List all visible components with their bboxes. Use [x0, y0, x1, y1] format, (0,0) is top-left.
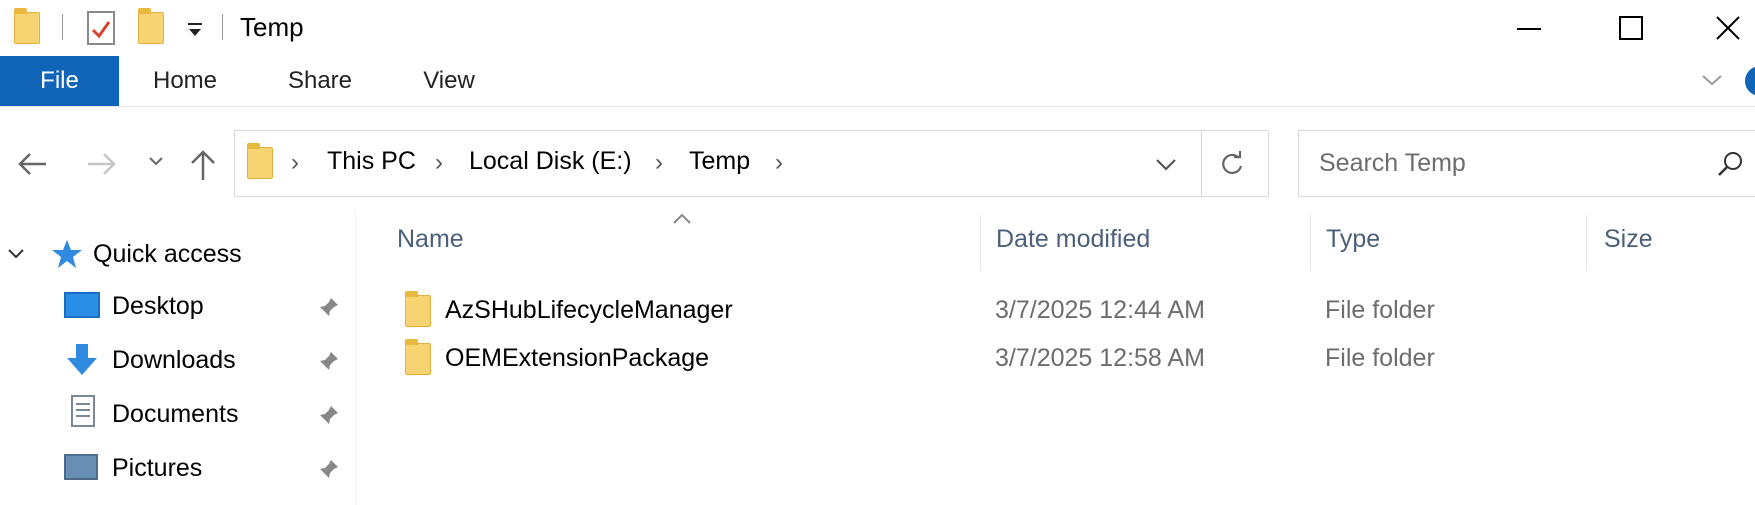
star-icon: [52, 240, 82, 268]
nav-label: Downloads: [112, 346, 236, 374]
minimize-icon: [1517, 28, 1541, 30]
tab-home[interactable]: Home: [140, 56, 230, 106]
back-icon[interactable]: [16, 150, 50, 178]
file-row[interactable]: OEMExtensionPackage 3/7/2025 12:58 AM Fi…: [390, 336, 1755, 382]
minimize-button[interactable]: [1494, 0, 1564, 56]
breadcrumb-this-pc[interactable]: This PC: [327, 147, 416, 176]
recent-locations-icon[interactable]: [146, 154, 166, 170]
pin-icon[interactable]: [318, 350, 340, 372]
column-divider[interactable]: [1586, 215, 1587, 271]
folder-icon: [405, 339, 431, 375]
up-icon[interactable]: [188, 148, 218, 182]
column-header-size[interactable]: Size: [1604, 225, 1653, 254]
nav-item-pictures[interactable]: Pictures: [0, 444, 355, 496]
breadcrumb-temp[interactable]: Temp: [689, 147, 750, 176]
downloads-icon: [67, 344, 97, 375]
documents-icon: [71, 395, 95, 427]
tab-view[interactable]: View: [408, 56, 490, 106]
desktop-icon: [64, 292, 100, 318]
file-name: OEMExtensionPackage: [445, 344, 710, 372]
nav-item-desktop[interactable]: Desktop: [0, 282, 355, 334]
toolbar-separator: [62, 14, 63, 40]
file-date-modified: 3/7/2025 12:44 AM: [995, 296, 1205, 324]
nav-label: Pictures: [112, 454, 203, 482]
tab-file[interactable]: File: [0, 56, 119, 106]
nav-item-downloads[interactable]: Downloads: [0, 336, 355, 388]
close-icon: [1715, 16, 1740, 40]
pin-icon[interactable]: [318, 458, 340, 480]
properties-icon[interactable]: [86, 10, 116, 46]
file-date-modified: 3/7/2025 12:58 AM: [995, 344, 1205, 372]
help-icon[interactable]: [1745, 66, 1755, 96]
nav-label: Quick access: [93, 240, 242, 268]
nav-label: Documents: [112, 400, 239, 428]
column-divider[interactable]: [1310, 215, 1311, 271]
maximize-button[interactable]: [1596, 0, 1666, 56]
file-name: AzSHubLifecycleManager: [445, 296, 733, 324]
refresh-icon[interactable]: [1217, 149, 1247, 179]
file-type: File folder: [1325, 296, 1435, 324]
new-folder-icon[interactable]: [138, 8, 164, 44]
file-row[interactable]: AzSHubLifecycleManager 3/7/2025 12:44 AM…: [390, 288, 1755, 334]
divider: [1201, 131, 1202, 196]
address-history-icon[interactable]: [1153, 155, 1179, 175]
search-icon[interactable]: [1715, 149, 1745, 179]
window-title: Temp: [240, 12, 304, 42]
pin-icon[interactable]: [318, 404, 340, 426]
folder-icon: [247, 143, 273, 179]
address-bar[interactable]: › This PC › Local Disk (E:) › Temp ›: [234, 130, 1269, 197]
column-header-name[interactable]: Name: [397, 225, 464, 254]
forward-icon[interactable]: [84, 150, 118, 178]
close-button[interactable]: [1700, 0, 1755, 56]
pictures-icon: [64, 454, 98, 480]
search-box[interactable]: Search Temp: [1298, 130, 1755, 197]
folder-icon: [14, 8, 40, 44]
breadcrumb-local-disk[interactable]: Local Disk (E:): [469, 147, 632, 176]
toolbar-separator: [222, 14, 223, 40]
column-header-date-modified[interactable]: Date modified: [996, 225, 1150, 254]
folder-icon: [405, 291, 431, 327]
column-divider[interactable]: [980, 215, 981, 271]
nav-item-documents[interactable]: Documents: [0, 390, 355, 442]
ribbon-tabs: File Home Share View: [0, 56, 1755, 107]
breadcrumb-separator[interactable]: ›: [775, 149, 783, 177]
tab-share[interactable]: Share: [274, 56, 366, 106]
title-bar: Temp: [0, 0, 1755, 56]
breadcrumb-separator[interactable]: ›: [291, 149, 299, 177]
file-type: File folder: [1325, 344, 1435, 372]
breadcrumb-separator[interactable]: ›: [435, 149, 443, 177]
navigation-pane: Quick access Desktop Downloads Documents…: [0, 210, 356, 505]
ribbon-expand-icon[interactable]: [1700, 70, 1724, 90]
pin-icon[interactable]: [318, 296, 340, 318]
nav-label: Desktop: [112, 292, 204, 320]
dropdown-icon[interactable]: [185, 20, 205, 40]
sort-ascending-icon: [673, 213, 691, 224]
column-header-type[interactable]: Type: [1326, 225, 1380, 254]
expand-icon[interactable]: [6, 246, 26, 262]
nav-quick-access[interactable]: Quick access: [0, 228, 355, 280]
breadcrumb-separator[interactable]: ›: [655, 149, 663, 177]
maximize-icon: [1619, 16, 1643, 40]
search-input[interactable]: Search Temp: [1319, 149, 1466, 178]
